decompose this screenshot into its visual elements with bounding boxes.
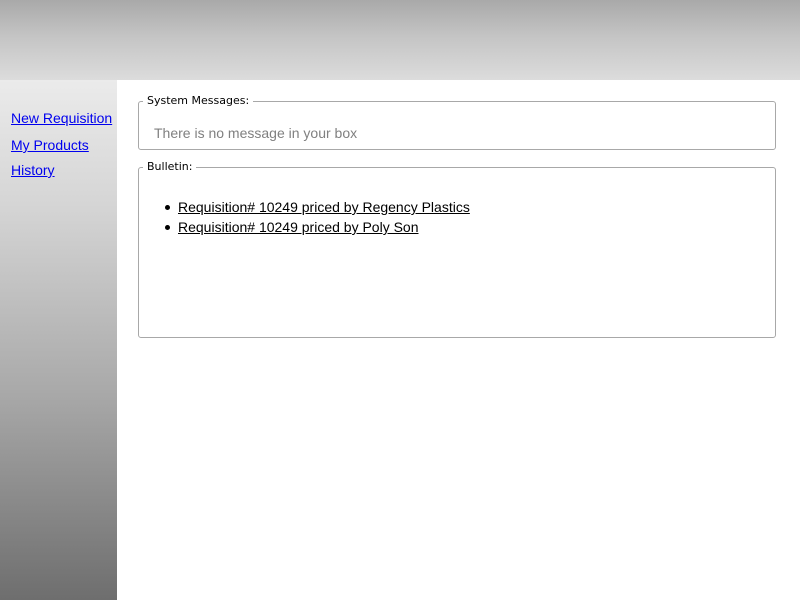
system-messages-legend: System Messages: — [147, 94, 250, 107]
bullet-icon — [165, 205, 170, 210]
my-products-link[interactable]: My Products — [11, 137, 89, 153]
system-message-text: There is no message in your box — [154, 125, 358, 141]
bulletin-list: Requisition# 10249 priced by Regency Pla… — [165, 197, 470, 237]
header-banner — [0, 0, 800, 80]
history-link[interactable]: History — [11, 162, 55, 178]
bullet-icon — [165, 225, 170, 230]
bulletin-panel: Bulletin: Requisition# 10249 priced by R… — [138, 161, 776, 338]
main-content: System Messages: There is no message in … — [117, 80, 800, 600]
bulletin-link-poly-son[interactable]: Requisition# 10249 priced by Poly Son — [178, 219, 419, 235]
bulletin-item: Requisition# 10249 priced by Poly Son — [165, 217, 470, 237]
sidebar: New Requisition My Products History — [0, 80, 117, 600]
new-requisition-link[interactable]: New Requisition — [11, 110, 112, 126]
system-messages-panel: System Messages: There is no message in … — [138, 95, 776, 150]
bulletin-legend: Bulletin: — [147, 160, 193, 173]
bulletin-item: Requisition# 10249 priced by Regency Pla… — [165, 197, 470, 217]
bulletin-link-regency-plastics[interactable]: Requisition# 10249 priced by Regency Pla… — [178, 199, 470, 215]
